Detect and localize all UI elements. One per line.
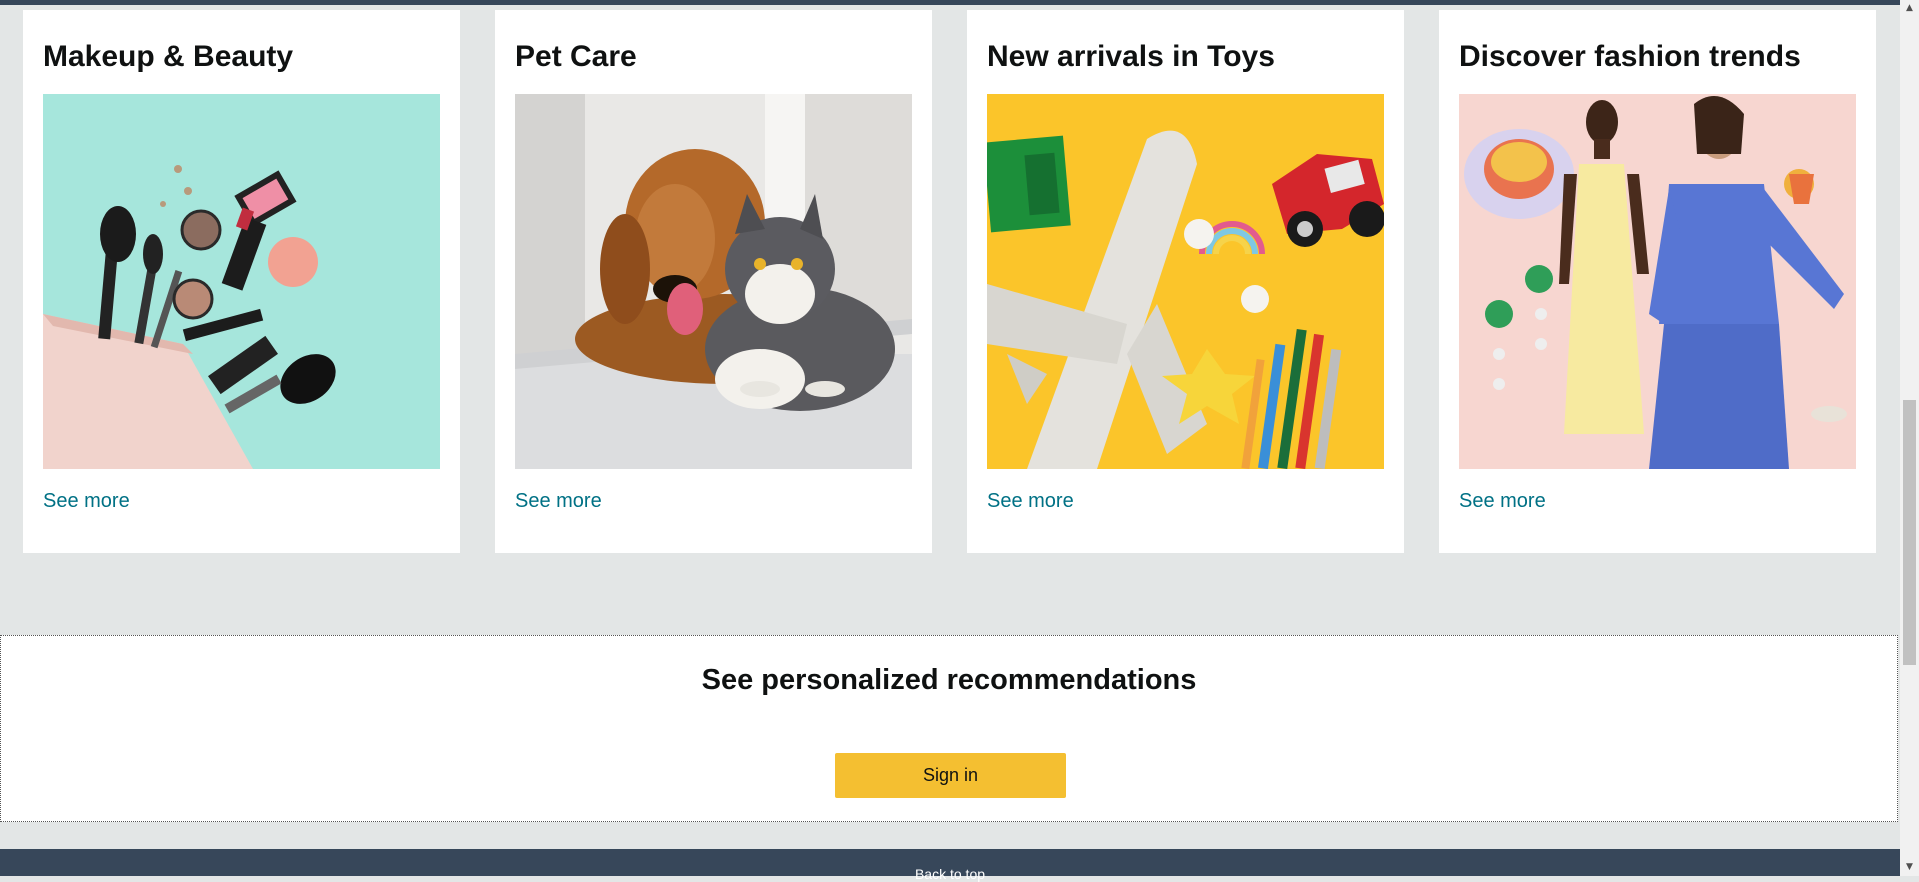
back-to-top-link[interactable]: Back to top bbox=[0, 866, 1900, 882]
scrollbar-thumb[interactable] bbox=[1903, 400, 1916, 665]
see-more-link[interactable]: See more bbox=[515, 490, 602, 513]
card-toys: New arrivals in Toys See more bbox=[967, 10, 1404, 553]
personalized-recommendations: See personalized recommendations Sign in bbox=[0, 635, 1898, 822]
card-pet-care: Pet Care See more bbox=[495, 10, 932, 553]
card-fashion: Discover fashion trends See more bbox=[1439, 10, 1876, 553]
scroll-up-arrow-icon[interactable]: ▲ bbox=[1900, 0, 1919, 17]
card-grid: Makeup & Beauty See more Pet Care See mo… bbox=[0, 5, 1900, 610]
scroll-down-arrow-icon[interactable]: ▼ bbox=[1900, 859, 1919, 876]
card-image-fashion[interactable] bbox=[1459, 94, 1856, 469]
footer: Back to top bbox=[0, 849, 1900, 882]
card-image-pets[interactable] bbox=[515, 94, 912, 469]
card-image-makeup[interactable] bbox=[43, 94, 440, 469]
card-title: New arrivals in Toys bbox=[987, 40, 1275, 73]
card-title: Makeup & Beauty bbox=[43, 40, 294, 73]
recommendations-heading: See personalized recommendations bbox=[701, 664, 1197, 696]
see-more-link[interactable]: See more bbox=[987, 490, 1074, 513]
card-makeup-beauty: Makeup & Beauty See more bbox=[23, 10, 460, 553]
card-title: Discover fashion trends bbox=[1459, 40, 1801, 73]
vertical-scrollbar[interactable]: ▲ ▼ bbox=[1900, 0, 1919, 876]
see-more-link[interactable]: See more bbox=[43, 490, 130, 513]
see-more-link[interactable]: See more bbox=[1459, 490, 1546, 513]
card-image-toys[interactable] bbox=[987, 94, 1384, 469]
sign-in-button[interactable]: Sign in bbox=[835, 753, 1066, 798]
card-title: Pet Care bbox=[515, 40, 637, 73]
